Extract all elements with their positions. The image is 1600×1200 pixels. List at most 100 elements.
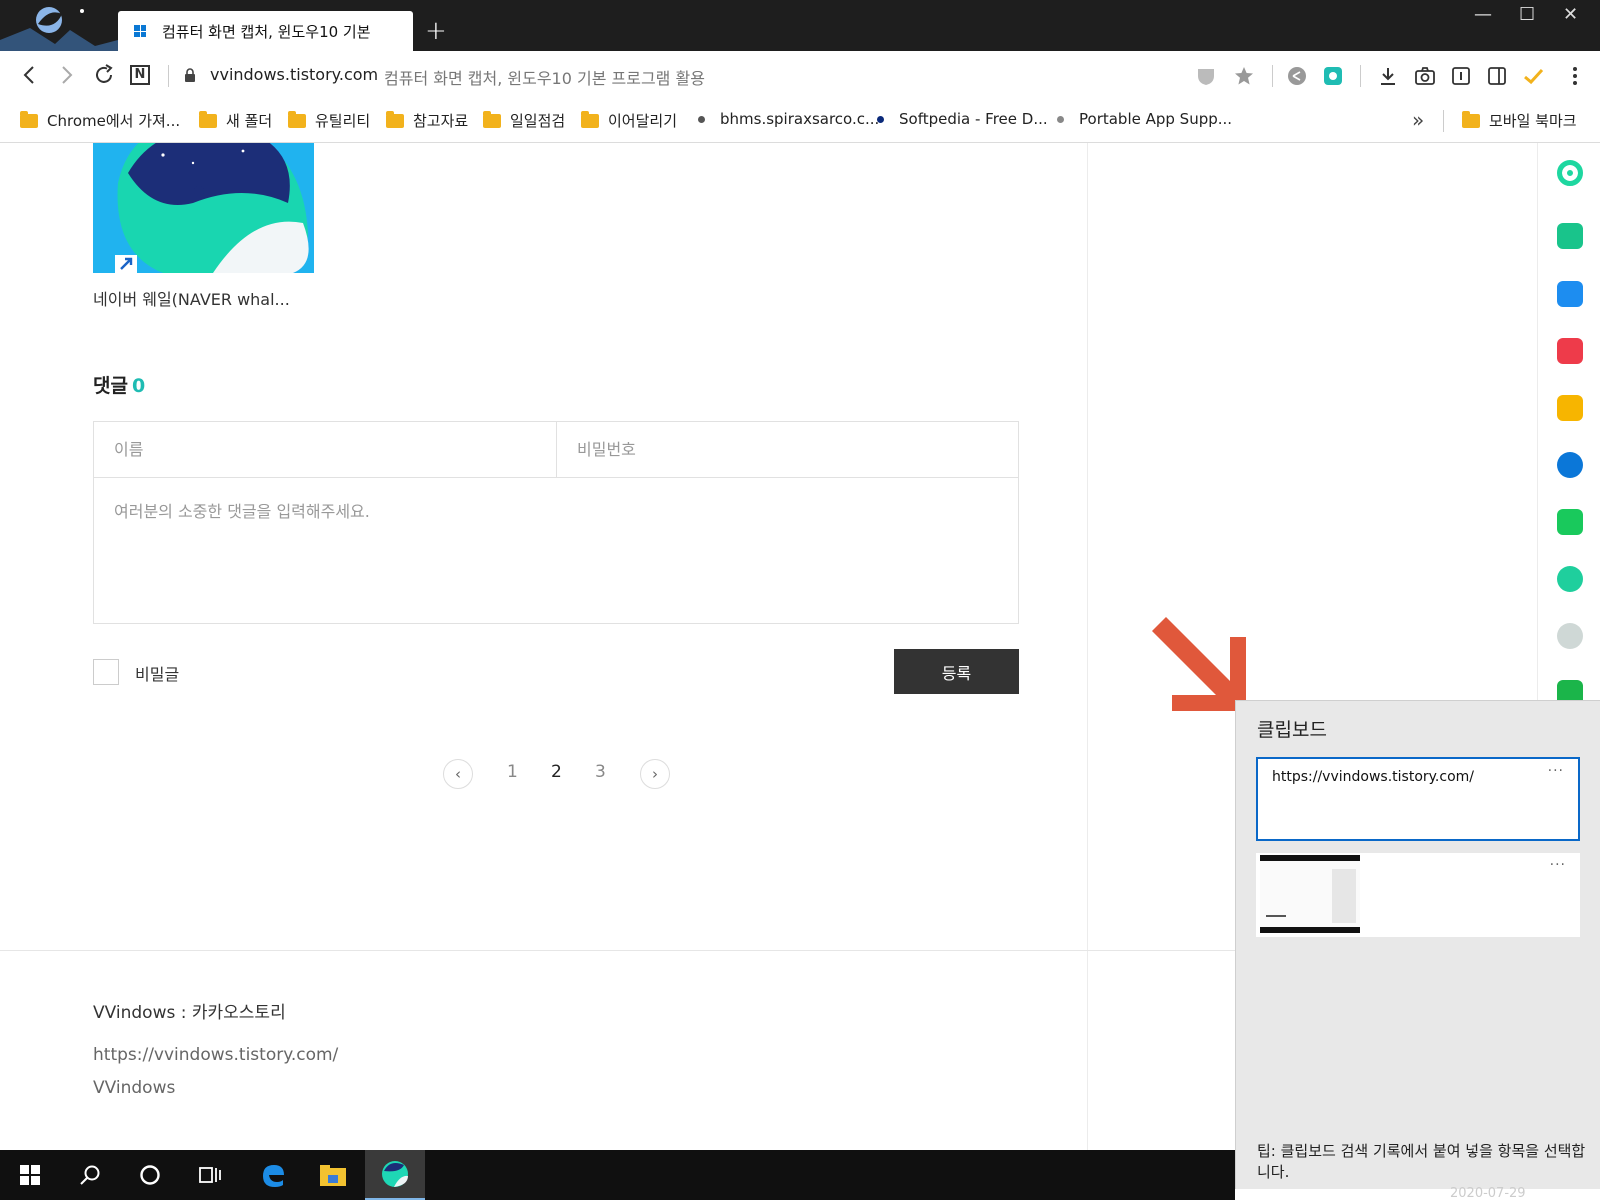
bell-app-icon[interactable]: [1557, 223, 1583, 249]
toolbar-divider: [1360, 65, 1361, 87]
character-app-icon[interactable]: [1557, 623, 1583, 649]
mobile-bookmarks-folder[interactable]: 모바일 북마크: [1462, 110, 1577, 131]
folder-icon: [199, 110, 217, 128]
taskbar-date: 2020-07-29: [1450, 1186, 1526, 1200]
comments-heading: 댓글 0: [93, 375, 146, 397]
task-view-button[interactable]: [180, 1150, 240, 1200]
clipboard-item-more-button[interactable]: ···: [1548, 763, 1564, 779]
menu-button[interactable]: [1563, 64, 1587, 88]
reader-icon: [1452, 67, 1470, 85]
footer-blog-name: VVindows : 카카오스토리: [93, 1003, 286, 1023]
page-link[interactable]: 3: [595, 762, 606, 782]
comments-count: 0: [131, 375, 146, 397]
translate-button[interactable]: [1321, 64, 1345, 88]
comment-textarea[interactable]: [94, 478, 1018, 623]
archive-app-icon[interactable]: [1557, 281, 1583, 307]
submit-comment-button[interactable]: 등록: [894, 649, 1019, 694]
clipboard-item-more-button[interactable]: ···: [1550, 857, 1566, 873]
footer-author: VVindows: [93, 1078, 176, 1098]
shield-button[interactable]: [1194, 64, 1218, 88]
reader-mode-button[interactable]: [1449, 64, 1473, 88]
capture-button[interactable]: [1413, 64, 1437, 88]
share-button[interactable]: [1285, 64, 1309, 88]
folder-icon: [581, 110, 599, 128]
bookmark-folder[interactable]: 참고자료: [386, 110, 468, 131]
file-explorer-button[interactable]: [303, 1150, 363, 1200]
kebab-menu-icon: [1573, 67, 1577, 85]
bookmarks-overflow-button[interactable]: »: [1412, 108, 1424, 132]
minimize-button[interactable]: —: [1474, 4, 1492, 25]
pocket-app-icon[interactable]: [1557, 338, 1583, 364]
naver-home-button[interactable]: N: [130, 65, 150, 85]
blog-page: 네이버 웨일(NAVER whal... 댓글0 비밀글 등록 ‹ 1 2 3 …: [0, 143, 1240, 1150]
password-input[interactable]: [557, 422, 1018, 477]
bookmark-site[interactable]: Softpedia - Free D...: [877, 110, 1048, 128]
cortana-button[interactable]: [120, 1150, 180, 1200]
related-post-thumbnail[interactable]: [93, 143, 314, 273]
bookmark-site[interactable]: Portable App Supp...: [1057, 110, 1232, 128]
forward-button[interactable]: [54, 63, 78, 87]
reload-icon: [96, 64, 113, 83]
secret-checkbox[interactable]: [93, 659, 119, 685]
active-tab[interactable]: 컴퓨터 화면 캡처, 윈도우10 기본: [118, 11, 413, 51]
prev-page-button[interactable]: ‹: [443, 759, 473, 789]
next-page-button[interactable]: ›: [640, 759, 670, 789]
start-button[interactable]: [0, 1150, 60, 1200]
windows-logo-icon: [20, 1165, 40, 1185]
url-host[interactable]: vvindows.tistory.com: [210, 65, 378, 84]
star-app-icon[interactable]: [1557, 395, 1583, 421]
footer-url-link[interactable]: https://vvindows.tistory.com/: [93, 1045, 338, 1065]
search-button[interactable]: [60, 1150, 120, 1200]
clipboard-item[interactable]: ···: [1256, 853, 1580, 937]
pie-app-icon[interactable]: [1557, 452, 1583, 478]
close-button[interactable]: ✕: [1563, 4, 1578, 25]
folder-icon: [1462, 110, 1480, 128]
folder-icon: [386, 110, 404, 128]
url-page-title[interactable]: 컴퓨터 화면 캡처, 윈도우10 기본 프로그램 활용: [384, 65, 705, 89]
bookmark-folder[interactable]: 일일점검: [483, 110, 565, 131]
clipboard-image-preview: [1260, 855, 1360, 933]
bookmark-folder[interactable]: 유틸리티: [288, 110, 370, 131]
clipboard-panel: 클립보드 https://vvindows.tistory.com/ ··· ·…: [1235, 700, 1600, 1189]
clipboard-item[interactable]: https://vvindows.tistory.com/ ···: [1256, 757, 1580, 841]
play-app-icon[interactable]: [1557, 566, 1583, 592]
bookmark-folder[interactable]: 이어달리기: [581, 110, 677, 131]
bookmark-site[interactable]: bhms.spiraxsarco.c...: [698, 110, 879, 128]
green-circle-app-icon[interactable]: [1557, 160, 1583, 186]
comment-form: [93, 421, 1019, 624]
checkmark-icon: [1524, 68, 1544, 85]
windows-favicon-icon: [134, 25, 146, 37]
whale-browser-taskbar-button[interactable]: [365, 1150, 425, 1200]
page-link[interactable]: 1: [507, 762, 518, 782]
sidebar-icon: [1488, 67, 1506, 85]
site-favicon-icon: [877, 115, 884, 123]
secret-label: 비밀글: [135, 665, 180, 684]
download-icon: [1381, 68, 1395, 85]
folder-icon: [483, 110, 501, 128]
bookmarks-divider: [1443, 110, 1444, 132]
related-post-title[interactable]: 네이버 웨일(NAVER whal...: [93, 286, 290, 310]
sidebar-toggle-button[interactable]: [1485, 64, 1509, 88]
bookmark-star-button[interactable]: [1232, 64, 1256, 88]
back-button[interactable]: [18, 63, 42, 87]
bookmark-folder[interactable]: 새 폴더: [199, 110, 272, 131]
check-extension-button[interactable]: [1521, 64, 1545, 88]
square-app-icon[interactable]: [1557, 509, 1583, 535]
forward-arrow-icon: [62, 66, 73, 84]
maximize-button[interactable]: ☐: [1519, 4, 1535, 25]
download-button[interactable]: [1376, 64, 1400, 88]
edge-button[interactable]: [243, 1150, 303, 1200]
reload-button[interactable]: [92, 63, 116, 87]
new-tab-button[interactable]: +: [425, 18, 447, 44]
page-link-current[interactable]: 2: [551, 762, 562, 782]
name-input[interactable]: [94, 422, 556, 477]
screenshot-thumbnail-image: [1260, 855, 1360, 933]
lock-icon: [185, 68, 195, 82]
address-bar: N vvindows.tistory.com 컴퓨터 화면 캡처, 윈도우10 …: [0, 51, 1600, 99]
star-icon: [1235, 67, 1253, 85]
taskbar: [0, 1150, 1235, 1200]
toolbar-divider: [1272, 65, 1273, 87]
bookmark-folder[interactable]: Chrome에서 가져...: [20, 110, 180, 131]
folder-icon: [288, 110, 306, 128]
clipboard-tip: 팁: 클립보드 검색 기록에서 붙여 넣을 항목을 선택합니다.: [1257, 1142, 1586, 1181]
